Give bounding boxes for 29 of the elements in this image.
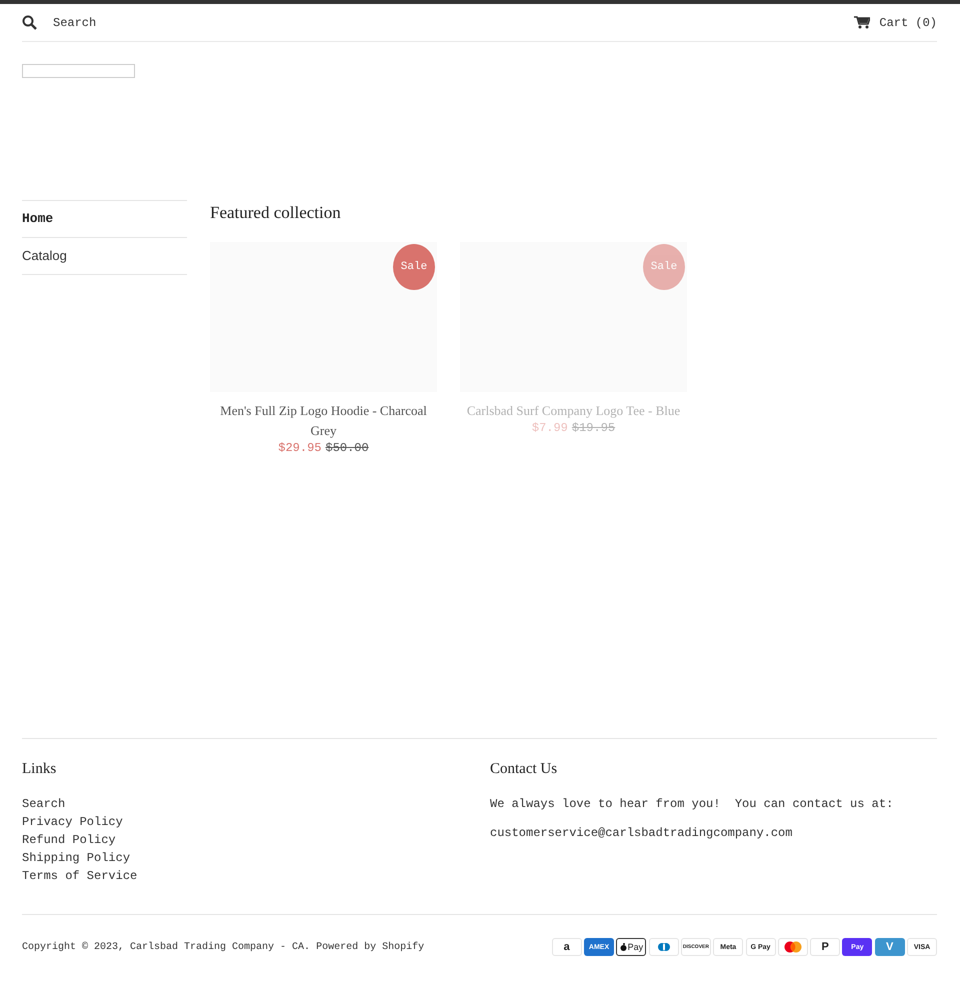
product-title[interactable]: Men's Full Zip Logo Hoodie - Charcoal Grey bbox=[210, 401, 437, 441]
contact-text: We always love to hear from you! You can contact us at: bbox=[490, 796, 894, 813]
footer-link[interactable]: Shipping Policy bbox=[22, 849, 130, 867]
footer-link[interactable]: Search bbox=[22, 795, 66, 813]
sale-price: $29.95 bbox=[278, 441, 322, 455]
nav-link[interactable]: Catalog bbox=[22, 238, 187, 275]
payment-icon: a bbox=[552, 938, 582, 956]
payment-icon: P bbox=[810, 938, 840, 956]
cart-link[interactable]: Cart (0) bbox=[854, 16, 937, 30]
footer-link[interactable]: Refund Policy bbox=[22, 831, 116, 849]
compare-price: $50.00 bbox=[326, 441, 369, 455]
sale-badge: Sale bbox=[393, 244, 435, 290]
sale-price: $7.99 bbox=[532, 421, 568, 435]
footer-link[interactable]: Terms of Service bbox=[22, 867, 138, 885]
footer-heading: Links bbox=[22, 761, 58, 778]
sale-badge: Sale bbox=[643, 244, 685, 290]
footer-heading: Contact Us bbox=[490, 761, 558, 778]
payment-icon: V bbox=[874, 938, 905, 956]
section-heading: Featured collection bbox=[210, 203, 342, 223]
powered-by-link[interactable]: Powered by Shopify bbox=[316, 942, 424, 952]
contact-email: customerservice@carlsbadtradingcompany.com bbox=[490, 825, 794, 842]
payment-icon: Pay bbox=[616, 938, 646, 956]
cart-icon bbox=[854, 16, 870, 29]
footer-link[interactable]: Privacy Policy bbox=[22, 813, 123, 831]
compare-price: $19.95 bbox=[572, 421, 616, 435]
nav-link[interactable]: Home bbox=[22, 201, 187, 238]
search-field[interactable]: Search bbox=[53, 16, 353, 30]
copyright-text: Copyright © 2023, Carlsbad Trading Company - CA. Powered by Shopify bbox=[22, 942, 424, 952]
search-icon[interactable] bbox=[22, 15, 37, 30]
